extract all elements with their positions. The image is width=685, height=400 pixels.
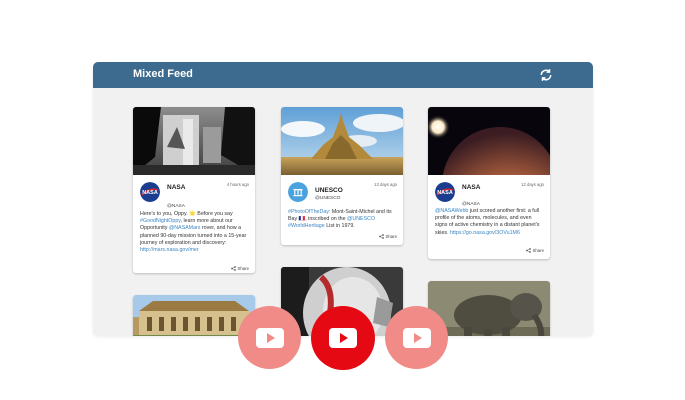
feed-header: Mixed Feed — [93, 62, 593, 88]
share-button[interactable]: Share — [231, 266, 249, 272]
post-link[interactable]: https://go.nasa.gov/3OVu1M6 — [450, 230, 520, 236]
post-image — [133, 295, 255, 336]
share-button[interactable]: Share — [379, 234, 397, 240]
post-text: #PhotoOfTheDay: Mont-Saint-Michel and it… — [288, 209, 398, 231]
svg-text:NASA: NASA — [142, 190, 158, 196]
post-text-segment: Here's to you, Oppy. — [140, 211, 190, 217]
post-handle: @NASA — [167, 204, 185, 209]
post-text-segment: Before you say — [195, 211, 233, 217]
refresh-icon[interactable] — [539, 68, 553, 82]
post-body: NASA NASA @NASA 4 hours ago Here's to yo… — [133, 175, 255, 273]
post-link[interactable]: http://mars.nasa.gov/mer — [140, 247, 199, 253]
feed-card[interactable]: NASA NASA @NASA 12 days ago @NASAWebb ju… — [428, 107, 550, 259]
post-text-segment: 🌟 — [189, 211, 196, 217]
share-button[interactable]: Share — [526, 248, 544, 254]
unesco-logo — [288, 182, 308, 202]
post-link[interactable]: @UNESCO — [347, 216, 375, 222]
share-icon — [379, 234, 385, 240]
feed-card[interactable]: NASA NASA @NASA 4 hours ago Here's to yo… — [133, 107, 255, 273]
post-handle: @UNESCO — [315, 196, 341, 201]
post-link[interactable]: #GoodNightOppy — [140, 218, 181, 224]
play-icon — [402, 327, 431, 348]
post-link[interactable]: #WorldHeritage — [288, 223, 325, 229]
video-play-button[interactable] — [311, 306, 375, 370]
post-author: NASA — [167, 184, 186, 191]
post-text: Here's to you, Oppy. 🌟 Before you say #G… — [140, 211, 250, 254]
mixed-feed-widget: Mixed Feed NASA NASA @NASA 4 hours ago H… — [93, 62, 593, 336]
post-time: 4 hours ago — [226, 182, 249, 187]
post-author: UNESCO — [315, 187, 343, 194]
feed-card[interactable] — [133, 295, 255, 336]
post-link[interactable]: @NASAMars — [169, 225, 201, 231]
post-image — [133, 107, 255, 175]
post-text-segment: List in 1979. — [324, 223, 355, 230]
post-text-segment: , inscribed on the — [305, 216, 348, 223]
post-image — [281, 107, 403, 175]
play-icon — [329, 328, 357, 348]
play-icon — [255, 327, 284, 348]
nasa-logo: NASA — [140, 182, 160, 202]
video-play-button[interactable] — [238, 306, 301, 369]
share-icon — [526, 248, 532, 254]
post-body: NASA NASA @NASA 12 days ago @NASAWebb ju… — [428, 175, 550, 259]
post-text: @NASAWebb just scored another first: a f… — [435, 208, 545, 237]
post-handle: @NASA — [462, 202, 480, 207]
post-time: 13 days ago — [374, 182, 397, 187]
post-author: NASA — [462, 184, 481, 191]
post-link[interactable]: #PhotoOfTheDay — [288, 209, 329, 215]
nasa-logo: NASA — [435, 182, 455, 202]
post-time: 12 days ago — [521, 182, 544, 187]
share-icon — [231, 266, 237, 272]
feed-title: Mixed Feed — [133, 68, 193, 80]
feed-card[interactable]: UNESCO @UNESCO 13 days ago #PhotoOfTheDa… — [281, 107, 403, 245]
video-play-button[interactable] — [385, 306, 448, 369]
post-image — [428, 107, 550, 175]
post-body: UNESCO @UNESCO 13 days ago #PhotoOfTheDa… — [281, 175, 403, 245]
svg-text:NASA: NASA — [437, 190, 453, 196]
post-link[interactable]: @NASAWebb — [435, 208, 468, 214]
